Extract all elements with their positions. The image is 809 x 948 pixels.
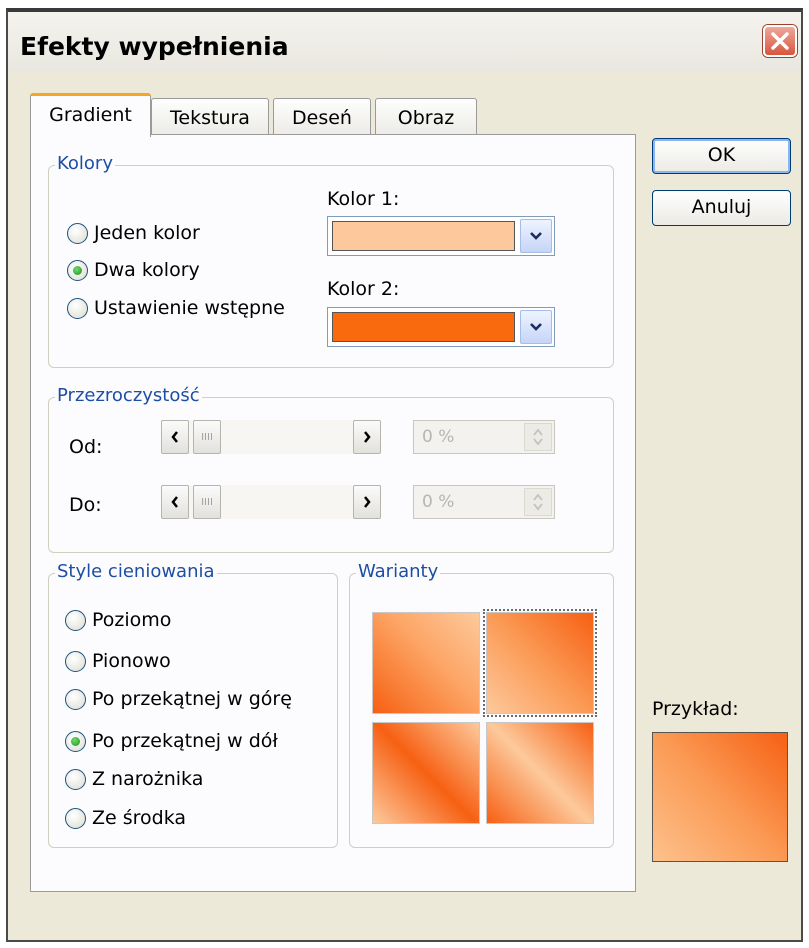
shading-styles-group: Style cieniowania Poziomo Pionowo Po prz…	[48, 561, 338, 848]
tab-gradient[interactable]: Gradient	[30, 93, 151, 137]
from-label: Od:	[69, 436, 103, 458]
radio-horizontal-label: Poziomo	[92, 609, 172, 631]
radio-diagonal-up-button[interactable]	[65, 688, 86, 710]
variant-4[interactable]	[486, 722, 594, 824]
radio-two-colors[interactable]: Dwa kolory	[67, 259, 200, 281]
radio-diagonal-down-button[interactable]	[65, 730, 86, 752]
cancel-button[interactable]: Anuluj	[652, 190, 791, 226]
color1-dropdown[interactable]	[327, 216, 555, 256]
title-bar: Efekty wypełnienia	[8, 12, 801, 72]
spin-arrows-icon	[533, 493, 543, 511]
shading-legend: Style cieniowania	[55, 561, 217, 582]
to-spin-button[interactable]	[524, 488, 552, 516]
color1-label: Kolor 1:	[327, 188, 400, 210]
radio-from-center-button[interactable]	[65, 807, 86, 829]
to-left-arrow[interactable]	[161, 485, 189, 519]
to-label: Do:	[69, 494, 102, 516]
radio-horizontal[interactable]: Poziomo	[65, 609, 171, 631]
to-value: 0 %	[422, 492, 455, 512]
ok-button[interactable]: OK	[652, 138, 791, 174]
tab-tekstura[interactable]: Tekstura	[151, 98, 269, 135]
color1-dropdown-button[interactable]	[520, 219, 552, 253]
radio-two-colors-button[interactable]	[67, 259, 88, 281]
variants-grid	[372, 609, 602, 832]
variant-3[interactable]	[372, 722, 480, 824]
to-slider-thumb[interactable]: IIII	[193, 485, 221, 519]
colors-legend: Kolory	[55, 153, 115, 174]
color2-label: Kolor 2:	[327, 278, 400, 300]
gradient-tab-panel: Kolory Jeden kolor Dwa kolory Ustawienie…	[30, 134, 636, 892]
variant-2[interactable]	[483, 609, 597, 717]
radio-preset-button[interactable]	[67, 297, 88, 319]
from-slider-thumb[interactable]: IIII	[193, 420, 221, 454]
transparency-legend: Przezroczystość	[55, 385, 202, 406]
radio-horizontal-button[interactable]	[65, 609, 86, 631]
close-button[interactable]	[763, 25, 797, 57]
to-slider[interactable]: IIII	[161, 485, 381, 519]
spin-arrows-icon	[533, 428, 543, 446]
to-spin-field[interactable]: 0 %	[413, 485, 555, 519]
arrow-right-icon	[364, 431, 371, 443]
radio-one-color[interactable]: Jeden kolor	[67, 222, 200, 244]
from-right-arrow[interactable]	[353, 420, 381, 454]
color2-swatch	[332, 312, 515, 342]
radio-diagonal-down-label: Po przekątnej w dół	[92, 730, 278, 752]
from-slider[interactable]: IIII	[161, 420, 381, 454]
dialog-title: Efekty wypełnienia	[20, 32, 289, 61]
from-left-arrow[interactable]	[161, 420, 189, 454]
radio-vertical-label: Pionowo	[92, 650, 171, 672]
from-spin-field[interactable]: 0 %	[413, 420, 555, 454]
radio-preset[interactable]: Ustawienie wstępne	[67, 297, 285, 319]
variants-group: Warianty	[349, 561, 614, 848]
to-right-arrow[interactable]	[353, 485, 381, 519]
radio-diagonal-up-label: Po przekątnej w górę	[92, 688, 292, 710]
variant-1[interactable]	[372, 612, 480, 714]
transparency-group: Przezroczystość Od: IIII 0 % Do: IIII 0 …	[48, 385, 614, 553]
radio-two-colors-label: Dwa kolory	[94, 259, 200, 281]
arrow-left-icon	[171, 431, 178, 443]
ok-button-label: OK	[707, 144, 736, 166]
radio-from-corner-label: Z narożnika	[92, 768, 204, 790]
radio-from-corner[interactable]: Z narożnika	[65, 768, 203, 790]
radio-diagonal-up[interactable]: Po przekątnej w górę	[65, 688, 292, 710]
tab-desen-label: Deseń	[292, 107, 352, 129]
color2-dropdown-button[interactable]	[520, 310, 552, 344]
variants-legend: Warianty	[356, 561, 441, 582]
radio-from-center-label: Ze środka	[92, 807, 187, 829]
tab-obraz-label: Obraz	[397, 107, 455, 129]
from-spin-button[interactable]	[524, 423, 552, 451]
colors-group: Kolory Jeden kolor Dwa kolory Ustawienie…	[48, 153, 614, 368]
tab-obraz[interactable]: Obraz	[375, 98, 477, 135]
color1-swatch	[332, 221, 515, 251]
close-icon	[771, 32, 789, 50]
tab-desen[interactable]: Deseń	[273, 98, 371, 135]
chevron-down-icon	[530, 232, 542, 240]
fill-effects-dialog: Efekty wypełnienia Gradient Tekstura Des…	[6, 8, 803, 942]
arrow-right-icon	[364, 496, 371, 508]
preview-label: Przykład:	[652, 698, 739, 720]
radio-one-color-button[interactable]	[67, 222, 88, 244]
from-value: 0 %	[422, 427, 455, 447]
tab-tekstura-label: Tekstura	[170, 107, 250, 129]
radio-one-color-label: Jeden kolor	[94, 222, 200, 244]
preview-swatch	[652, 732, 788, 862]
tab-gradient-label: Gradient	[49, 104, 132, 126]
radio-vertical[interactable]: Pionowo	[65, 650, 171, 672]
radio-from-corner-button[interactable]	[65, 768, 86, 790]
radio-from-center[interactable]: Ze środka	[65, 807, 186, 829]
radio-vertical-button[interactable]	[65, 650, 86, 672]
chevron-down-icon	[530, 323, 542, 331]
radio-preset-label: Ustawienie wstępne	[94, 297, 285, 319]
arrow-left-icon	[171, 496, 178, 508]
radio-diagonal-down[interactable]: Po przekątnej w dół	[65, 730, 278, 752]
cancel-button-label: Anuluj	[691, 196, 752, 218]
color2-dropdown[interactable]	[327, 307, 555, 347]
